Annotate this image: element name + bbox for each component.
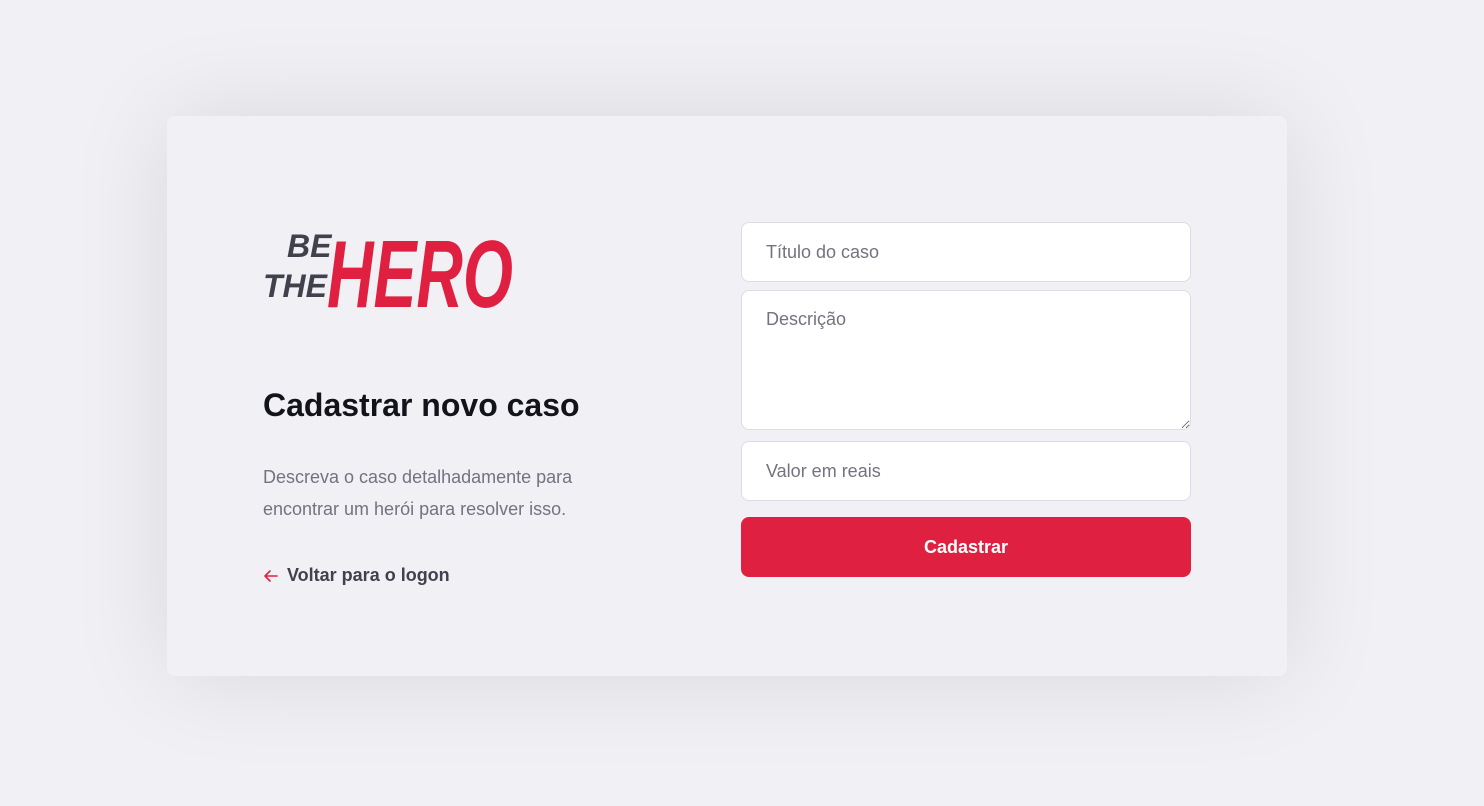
logo-hero: HERO	[327, 221, 513, 319]
case-description-textarea[interactable]	[741, 290, 1191, 430]
register-button[interactable]: Cadastrar	[741, 517, 1191, 577]
new-case-form: Cadastrar	[741, 222, 1191, 577]
arrow-left-icon	[264, 569, 278, 582]
be-the-hero-logo: BE THE HERO	[263, 221, 513, 319]
page-description: Descreva o caso detalhadamente para enco…	[263, 467, 573, 519]
case-value-input[interactable]	[741, 441, 1191, 501]
logo-the: THE	[263, 268, 329, 304]
case-title-input[interactable]	[741, 222, 1191, 282]
back-link-label: Voltar para o logon	[287, 565, 450, 585]
page-title: Cadastrar novo caso	[263, 387, 580, 423]
register-case-card: BE THE HERO Cadastrar novo caso Descreva…	[167, 116, 1287, 676]
back-to-logon-link[interactable]: Voltar para o logon	[263, 565, 663, 586]
info-section: BE THE HERO Cadastrar novo caso Descreva…	[263, 211, 663, 586]
